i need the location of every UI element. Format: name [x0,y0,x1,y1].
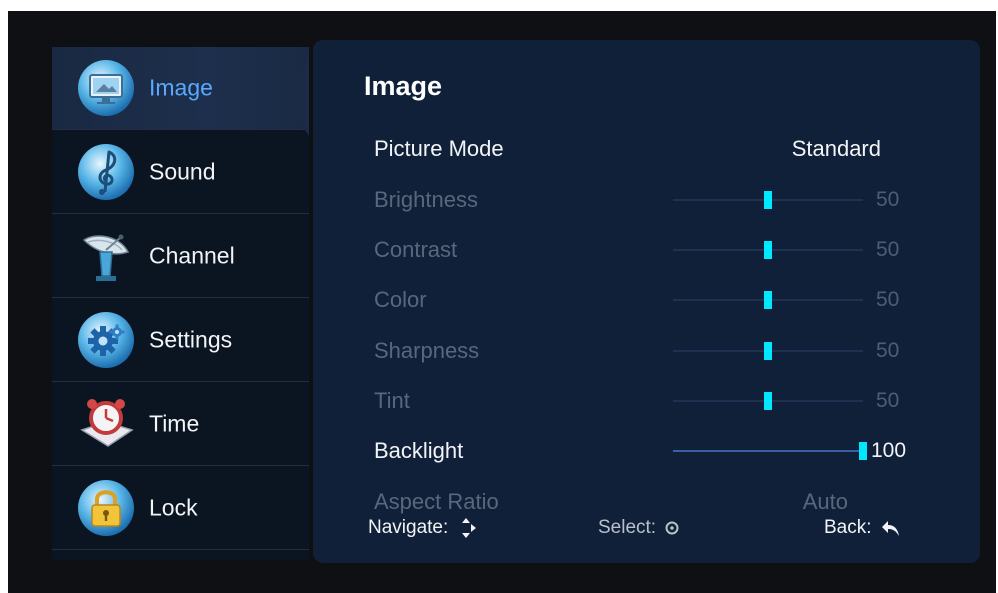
tv-screen: Image Sound Channel Settings Time Lock I… [8,11,996,593]
back-hint: Back: [824,517,902,539]
select-label: Select: [598,517,657,538]
slider-thumb[interactable] [764,191,772,209]
setting-label: Brightness [374,187,478,212]
page-title: Image [364,71,443,101]
slider-thumb[interactable] [764,392,772,410]
slider-value: 50 [876,288,900,311]
sidebar-item-label: Sound [149,158,216,185]
ok-button-icon [665,521,679,535]
slider-track[interactable] [673,392,863,410]
setting-label: Tint [374,388,410,413]
sidebar-item-sound[interactable]: Sound [52,131,309,214]
monitor-icon [78,60,134,116]
navigate-hint: Navigate: [368,516,478,540]
sidebar-item-label: Settings [149,326,233,353]
back-label: Back: [824,517,872,538]
setting-value: Standard [791,136,881,161]
sidebar-item-label: Lock [149,494,198,521]
row-picture-mode[interactable]: Picture Mode Standard [313,129,980,169]
alarm-clock-icon [80,399,134,447]
setting-label: Picture Mode [374,136,504,161]
dpad-arrows-icon [462,518,477,538]
sidebar-item-label: Channel [149,242,235,269]
row-contrast[interactable]: Contrast 50 [313,230,980,270]
select-hint: Select: [598,517,680,539]
slider-thumb[interactable] [764,291,772,309]
gear-icon [78,312,134,368]
music-note-icon [78,144,134,200]
padlock-icon [78,480,134,536]
settings-panel: Image Picture Mode Standard Brightness 5… [313,40,980,563]
slider-value: 100 [871,439,907,462]
slider-thumb[interactable] [764,241,772,259]
slider-track[interactable] [673,191,863,209]
setting-label: Backlight [374,438,464,463]
row-backlight[interactable]: Backlight 100 [313,431,980,471]
sidebar-item-time[interactable]: Time [52,383,309,466]
sidebar-menu: Image Sound Channel Settings Time Lock [52,47,309,560]
setting-label: Color [374,287,427,312]
selection-pointer [283,56,309,136]
sidebar-item-lock[interactable]: Lock [52,467,309,550]
setting-label: Sharpness [374,338,480,363]
slider-track[interactable] [673,342,863,360]
slider-thumb[interactable] [764,342,772,360]
sidebar-item-settings[interactable]: Settings [52,299,309,382]
setting-label: Contrast [374,237,458,262]
slider-track[interactable] [673,241,863,259]
row-sharpness[interactable]: Sharpness 50 [313,331,980,371]
slider-value: 50 [876,339,900,362]
sidebar-item-channel[interactable]: Channel [52,215,309,298]
footer-hints: Navigate: Select: Back: [313,510,980,546]
slider-thumb[interactable] [859,442,867,460]
sidebar-item-label: Image [149,74,213,101]
slider-track[interactable] [673,291,863,309]
slider-value: 50 [876,188,900,211]
back-arrow-icon [881,521,899,536]
slider-track[interactable] [673,442,867,460]
row-color[interactable]: Color 50 [313,280,980,320]
sidebar-item-label: Time [149,410,200,437]
slider-value: 50 [876,389,900,412]
navigate-label: Navigate: [368,517,449,538]
row-brightness[interactable]: Brightness 50 [313,180,980,220]
sidebar-item-image[interactable]: Image [52,47,309,130]
slider-value: 50 [876,238,900,261]
satellite-dish-icon [82,234,130,281]
row-tint[interactable]: Tint 50 [313,381,980,421]
